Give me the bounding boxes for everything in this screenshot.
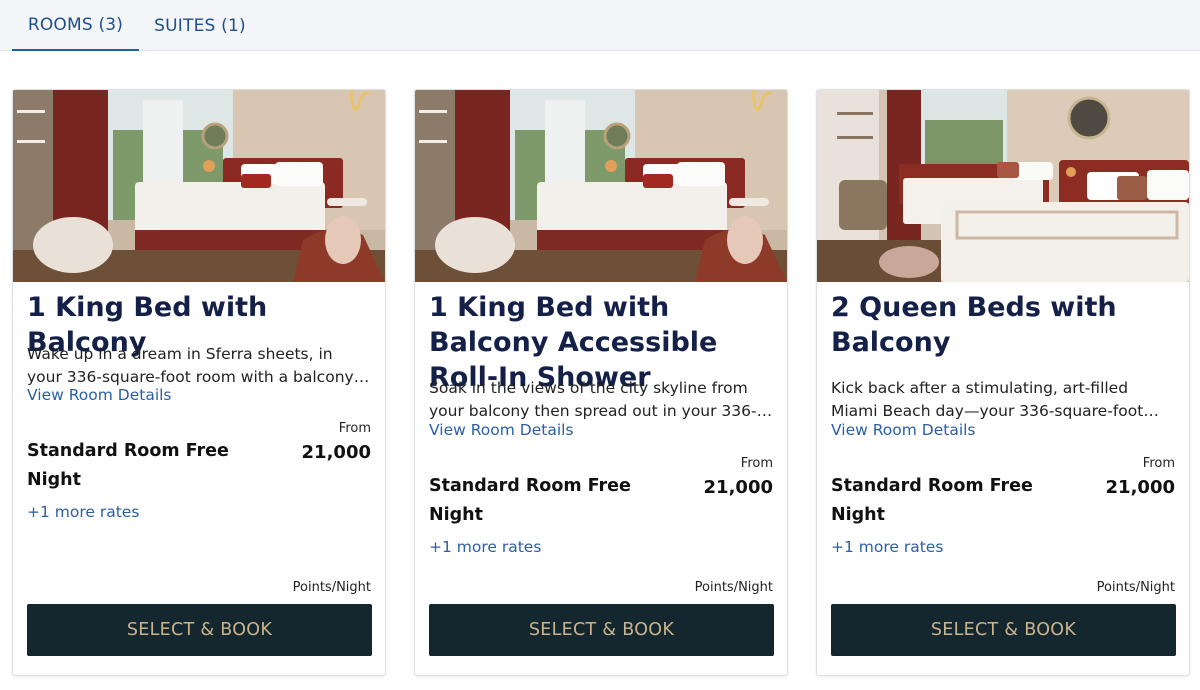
tab-suites[interactable]: SUITES (1) (146, 0, 254, 51)
hotel-room-two-queen-beds-photo (817, 90, 1189, 282)
from-label: From (740, 456, 773, 471)
view-room-details-link[interactable]: View Room Details (429, 421, 574, 439)
from-label: From (338, 421, 371, 436)
room-photo[interactable] (13, 90, 385, 282)
from-label: From (1142, 456, 1175, 471)
more-rates-link[interactable]: +1 more rates (831, 538, 943, 556)
points-price: 21,000 (1105, 477, 1175, 498)
more-rates-link[interactable]: +1 more rates (27, 503, 139, 521)
room-card: 1 King Bed with Balcony Accessible Roll-… (414, 89, 788, 676)
points-price: 21,000 (301, 442, 371, 463)
points-price: 21,000 (703, 477, 773, 498)
room-title: 2 Queen Beds with Balcony (831, 292, 1117, 358)
rate-name: Standard Room Free Night (429, 476, 631, 525)
select-and-book-button[interactable]: SELECT & BOOK (27, 604, 372, 656)
room-description: Kick back after a stimulating, art-fille… (831, 379, 1144, 420)
rate-name: Standard Room Free Night (831, 476, 1033, 525)
more-rates-link[interactable]: +1 more rates (429, 538, 541, 556)
select-and-book-button[interactable]: SELECT & BOOK (831, 604, 1176, 656)
tab-rooms[interactable]: ROOMS (3) (12, 0, 139, 51)
select-and-book-button[interactable]: SELECT & BOOK (429, 604, 774, 656)
points-per-night-label: Points/Night (694, 580, 773, 595)
rate-name: Standard Room Free Night (27, 441, 229, 490)
room-photo[interactable] (817, 90, 1189, 282)
points-per-night-label: Points/Night (1096, 580, 1175, 595)
hotel-room-king-bed-photo (415, 90, 787, 282)
room-description: Soak in the views of the city skyline fr… (429, 379, 757, 420)
points-per-night-label: Points/Night (292, 580, 371, 595)
view-room-details-link[interactable]: View Room Details (27, 386, 172, 404)
room-card: 2 Queen Beds with Balcony Kick back afte… (816, 89, 1190, 676)
room-photo[interactable] (415, 90, 787, 282)
room-card: 1 King Bed with Balcony Wake up in a dre… (12, 89, 386, 676)
view-room-details-link[interactable]: View Room Details (831, 421, 976, 439)
room-type-tabs: ROOMS (3) SUITES (1) (0, 0, 1200, 51)
room-description: Wake up in a dream in Sferra sheets, in … (27, 345, 354, 386)
hotel-room-king-bed-photo (13, 90, 385, 282)
